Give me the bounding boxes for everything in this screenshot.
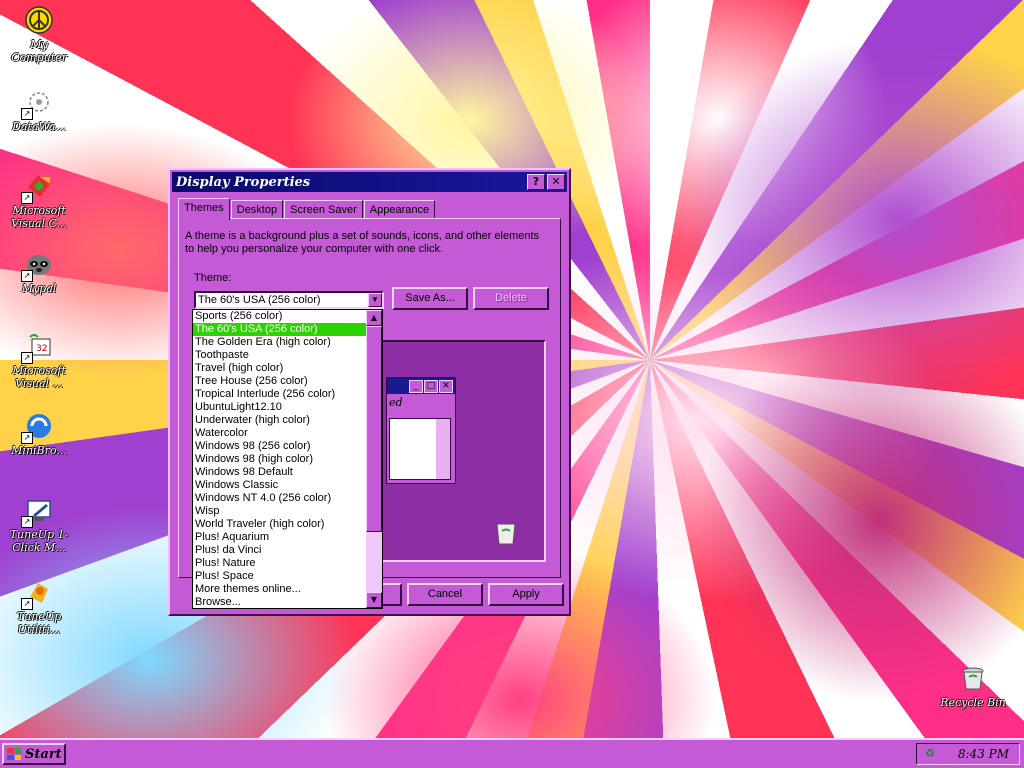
delete-button[interactable]: Delete: [473, 287, 549, 310]
tab-appearance[interactable]: Appearance: [363, 200, 436, 219]
desktop-icon-label: DataWa...: [12, 120, 66, 133]
desktop-icon-label: Recycle Bin: [940, 696, 1006, 709]
start-label: Start: [25, 746, 62, 762]
minimize-icon: _: [409, 379, 423, 393]
network-icon: ↗: [21, 86, 55, 120]
desktop-icon-visual-c[interactable]: ↗ Microsoft Visual C...: [4, 170, 74, 230]
dropdown-item[interactable]: The 60's USA (256 color): [193, 323, 367, 336]
dropdown-item[interactable]: The Golden Era (high color): [193, 336, 367, 349]
dropdown-item[interactable]: Windows NT 4.0 (256 color): [193, 492, 367, 505]
preview-window-text: ed: [389, 396, 403, 409]
preview-list: [389, 418, 451, 480]
preview-title-bar: _ □ ✕: [387, 378, 455, 394]
tuneup-icon: ↗: [21, 576, 55, 610]
shortcut-arrow-icon: ↗: [21, 192, 33, 204]
close-button[interactable]: ✕: [547, 174, 565, 190]
desktop-icon-recycle-bin[interactable]: Recycle Bin: [938, 662, 1008, 709]
visual-studio-icon: ↗: [21, 170, 55, 204]
dropdown-item[interactable]: Browse...: [193, 596, 367, 608]
browser-icon: ↗: [21, 410, 55, 444]
close-icon: ✕: [439, 379, 453, 393]
dropdown-item[interactable]: Wisp: [193, 505, 367, 518]
preview-recycle-bin-icon: [493, 518, 519, 552]
dropdown-item[interactable]: Plus! Aquarium: [193, 531, 367, 544]
shortcut-arrow-icon: ↗: [21, 352, 33, 364]
tab-screen-saver[interactable]: Screen Saver: [284, 200, 363, 219]
save-as-button[interactable]: Save As...: [392, 287, 468, 310]
shortcut-arrow-icon: ↗: [21, 270, 33, 282]
preview-window: _ □ ✕ ed: [386, 377, 456, 484]
desktop-icon-label: My Computer: [11, 38, 67, 64]
apply-button[interactable]: Apply: [488, 583, 564, 606]
desktop-icon-label: Microsoft Visual ...: [12, 364, 66, 390]
raccoon-icon: ↗: [21, 248, 55, 282]
dropdown-item[interactable]: Plus! Nature: [193, 557, 367, 570]
tray-app-icon[interactable]: ♻: [923, 747, 937, 761]
chevron-down-icon[interactable]: ▼: [368, 293, 382, 307]
dropdown-item[interactable]: Travel (high color): [193, 362, 367, 375]
scroll-up-icon[interactable]: ▲: [366, 310, 382, 326]
start-button[interactable]: Start: [2, 743, 66, 765]
shortcut-arrow-icon: ↗: [21, 516, 33, 528]
theme-description: A theme is a background plus a set of so…: [185, 230, 540, 255]
desktop-icon-mypal[interactable]: ↗ Mypal: [4, 248, 74, 295]
scroll-down-icon[interactable]: ▼: [366, 592, 382, 608]
dropdown-item[interactable]: Watercolor: [193, 427, 367, 440]
shortcut-arrow-icon: ↗: [21, 598, 33, 610]
help-button[interactable]: ?: [527, 174, 545, 190]
dropdown-item[interactable]: Plus! da Vinci: [193, 544, 367, 557]
dropdown-item[interactable]: Underwater (high color): [193, 414, 367, 427]
desktop-icon-label: TuneUp 1-Click M...: [9, 528, 69, 554]
dropdown-item[interactable]: Toothpaste: [193, 349, 367, 362]
shortcut-arrow-icon: ↗: [21, 432, 33, 444]
tab-desktop[interactable]: Desktop: [230, 200, 284, 219]
dropdown-item[interactable]: Windows 98 (256 color): [193, 440, 367, 453]
tuneup-icon: ↗: [21, 494, 55, 528]
dropdown-item[interactable]: More themes online...: [193, 583, 367, 596]
dropdown-item[interactable]: Windows Classic: [193, 479, 367, 492]
peace-sign-icon: [23, 4, 55, 36]
dropdown-item[interactable]: Windows 98 (high color): [193, 453, 367, 466]
desktop-icon-my-computer[interactable]: My Computer: [4, 4, 74, 64]
window-title: Display Properties: [176, 174, 311, 190]
theme-dropdown-list[interactable]: Sports (256 color) The 60's USA (256 colo…: [192, 309, 383, 609]
dropdown-item[interactable]: World Traveler (high color): [193, 518, 367, 531]
scroll-thumb[interactable]: [366, 326, 382, 532]
recycle-bin-icon: [957, 662, 989, 694]
dropdown-item[interactable]: Plus! Space: [193, 570, 367, 583]
maximize-icon: □: [424, 379, 438, 393]
dropdown-item[interactable]: Windows 98 Default: [193, 466, 367, 479]
dropdown-item[interactable]: Tropical Interlude (256 color): [193, 388, 367, 401]
windows-logo-icon: [7, 748, 21, 760]
dropdown-item[interactable]: UbuntuLight12.10: [193, 401, 367, 414]
svg-text:32: 32: [36, 344, 47, 354]
dropdown-item[interactable]: Tree House (256 color): [193, 375, 367, 388]
desktop-icon-tuneup-1click[interactable]: ↗ TuneUp 1-Click M...: [4, 494, 74, 554]
dropdown-scrollbar[interactable]: ▲ ▼: [366, 310, 382, 608]
visual-studio-icon: 32 ↗: [21, 330, 55, 364]
desktop-icon-datawa[interactable]: ↗ DataWa...: [4, 86, 74, 133]
system-tray: ♻ 8:43 PM: [916, 743, 1020, 765]
theme-select[interactable]: The 60's USA (256 color) ▼: [194, 291, 384, 309]
tab-themes[interactable]: Themes: [178, 198, 230, 220]
preview-scrollbar: [436, 419, 450, 479]
desktop-icon-label: Mypal: [21, 282, 57, 295]
dropdown-items: Sports (256 color) The 60's USA (256 colo…: [193, 310, 382, 608]
desktop-icon-minibrowser[interactable]: ↗ MiniBro...: [4, 410, 74, 457]
desktop-icon-tuneup-utilities[interactable]: ↗ TuneUp Utiliti...: [4, 576, 74, 636]
clock[interactable]: 8:43 PM: [958, 747, 1009, 761]
dropdown-item[interactable]: Sports (256 color): [193, 310, 367, 323]
taskbar: Start ♻ 8:43 PM: [0, 738, 1024, 768]
desktop-icon-label: Microsoft Visual C...: [10, 204, 68, 230]
desktop-icon-label: MiniBro...: [11, 444, 67, 457]
theme-select-value: The 60's USA (256 color): [198, 294, 321, 306]
cancel-button[interactable]: Cancel: [407, 583, 483, 606]
desktop-icon-visual[interactable]: 32 ↗ Microsoft Visual ...: [4, 330, 74, 390]
theme-label: Theme:: [194, 272, 232, 284]
title-bar[interactable]: Display Properties ? ✕: [172, 172, 567, 192]
shortcut-arrow-icon: ↗: [21, 108, 33, 120]
desktop-icon-label: TuneUp Utiliti...: [16, 610, 62, 636]
